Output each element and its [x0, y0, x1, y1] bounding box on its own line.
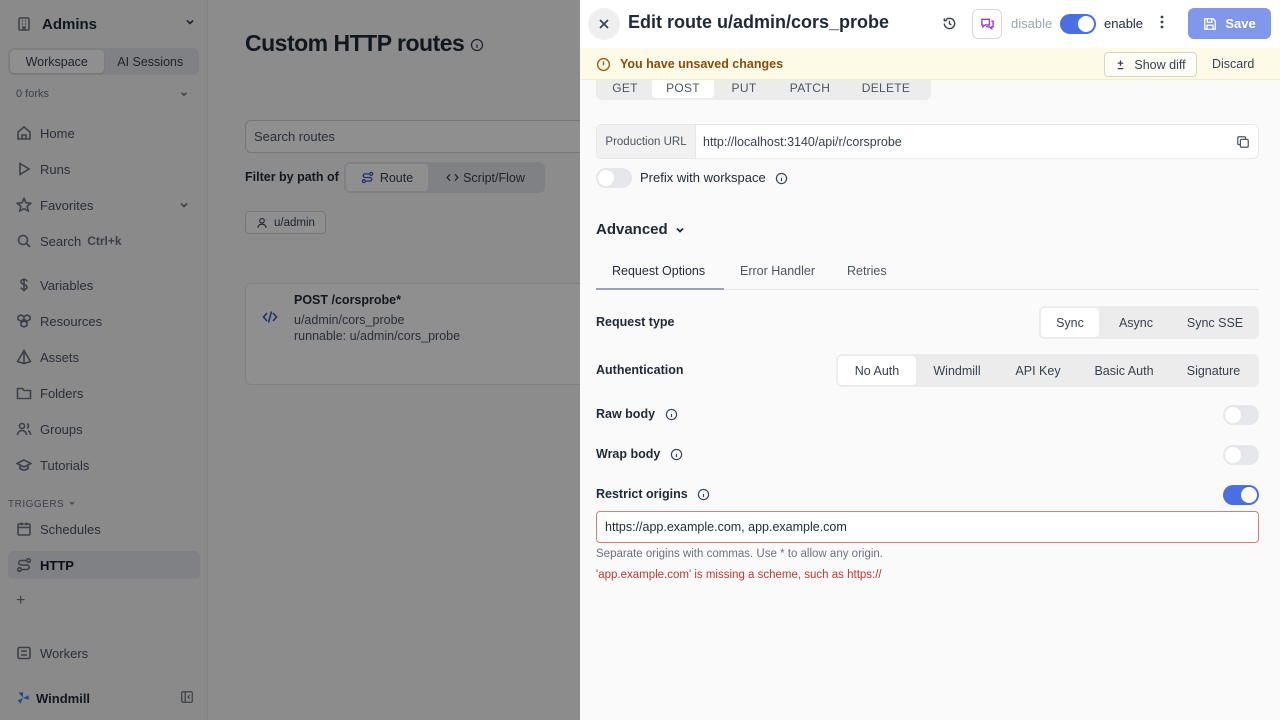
close-button[interactable] [588, 8, 620, 40]
prefix-workspace-label: Prefix with workspace [640, 170, 788, 185]
info-icon [776, 172, 788, 185]
http-method-selector: GET POST PUT PATCH DELETE [596, 80, 931, 100]
show-diff-button[interactable]: Show diff [1104, 52, 1197, 77]
method-post[interactable]: POST [652, 80, 714, 98]
comments-button[interactable] [972, 9, 1002, 39]
info-icon [665, 409, 677, 421]
origins-hint: Separate origins with commas. Use * to a… [596, 548, 883, 560]
method-put[interactable]: PUT [714, 80, 774, 98]
info-icon [670, 449, 683, 461]
messages-icon [980, 18, 994, 30]
save-icon [1204, 17, 1217, 30]
raw-body-toggle[interactable] [1223, 405, 1259, 425]
diff-icon [1118, 60, 1124, 70]
disable-label: disable [1011, 16, 1053, 31]
copy-icon[interactable] [1236, 135, 1250, 149]
restrict-origins-label: Restrict origins [596, 487, 710, 501]
auth-no-auth[interactable]: No Auth [838, 356, 916, 385]
request-type-async[interactable]: Async [1099, 308, 1173, 337]
authentication-label: Authentication [596, 363, 684, 377]
active-tab-indicator [596, 288, 724, 290]
request-type-selector: Sync Async Sync SSE [1039, 306, 1259, 339]
history-icon[interactable] [942, 16, 957, 31]
method-delete[interactable]: DELETE [846, 80, 926, 98]
raw-body-label: Raw body [596, 407, 678, 421]
authentication-selector: No Auth Windmill API Key Basic Auth Sign… [836, 354, 1259, 387]
tab-retries[interactable]: Retries [847, 264, 887, 278]
origins-error: 'app.example.com' is missing a scheme, s… [596, 569, 882, 581]
prefix-workspace-toggle[interactable] [596, 168, 632, 188]
edit-route-drawer: Edit route u/admin/cors_probe disable en… [580, 0, 1280, 720]
tab-request-options[interactable]: Request Options [612, 264, 705, 278]
unsaved-message: You have unsaved changes [620, 57, 784, 71]
modal-overlay[interactable] [0, 0, 580, 720]
restrict-origins-toggle[interactable] [1223, 485, 1259, 505]
wrap-body-toggle[interactable] [1223, 445, 1259, 465]
auth-basic-auth[interactable]: Basic Auth [1078, 356, 1170, 385]
enable-toggle[interactable] [1060, 14, 1096, 34]
advanced-tabs: Request Options Error Handler Retries [596, 260, 1259, 290]
discard-button[interactable]: Discard [1212, 57, 1254, 71]
method-get[interactable]: GET [598, 80, 652, 98]
alert-circle-icon [596, 57, 611, 72]
production-url-label: Production URL [597, 125, 696, 158]
enable-label: enable [1104, 16, 1144, 31]
production-url-field: Production URL http://localhost:3140/api… [596, 124, 1259, 159]
allowed-origins-input[interactable]: https://app.example.com, app.example.com [596, 511, 1259, 543]
request-type-sync[interactable]: Sync [1041, 308, 1099, 337]
request-type-sync-sse[interactable]: Sync SSE [1173, 308, 1257, 337]
save-button[interactable]: Save [1188, 8, 1271, 39]
auth-api-key[interactable]: API Key [998, 356, 1078, 385]
drawer-header: Edit route u/admin/cors_probe disable en… [580, 0, 1280, 48]
info-icon [697, 489, 710, 501]
more-vertical-icon[interactable] [1160, 14, 1164, 30]
advanced-toggle[interactable]: Advanced [596, 221, 686, 238]
unsaved-banner: You have unsaved changes Show diff Disca… [580, 48, 1280, 80]
request-type-label: Request type [596, 315, 675, 329]
chevron-down-icon [676, 227, 684, 233]
method-patch[interactable]: PATCH [774, 80, 846, 98]
tab-error-handler[interactable]: Error Handler [740, 264, 815, 278]
wrap-body-label: Wrap body [596, 447, 683, 461]
auth-windmill[interactable]: Windmill [916, 356, 998, 385]
production-url-value[interactable]: http://localhost:3140/api/r/corsprobe [696, 125, 1258, 158]
auth-signature[interactable]: Signature [1170, 356, 1257, 385]
close-icon [599, 19, 609, 29]
drawer-title: Edit route u/admin/cors_probe [628, 12, 890, 32]
